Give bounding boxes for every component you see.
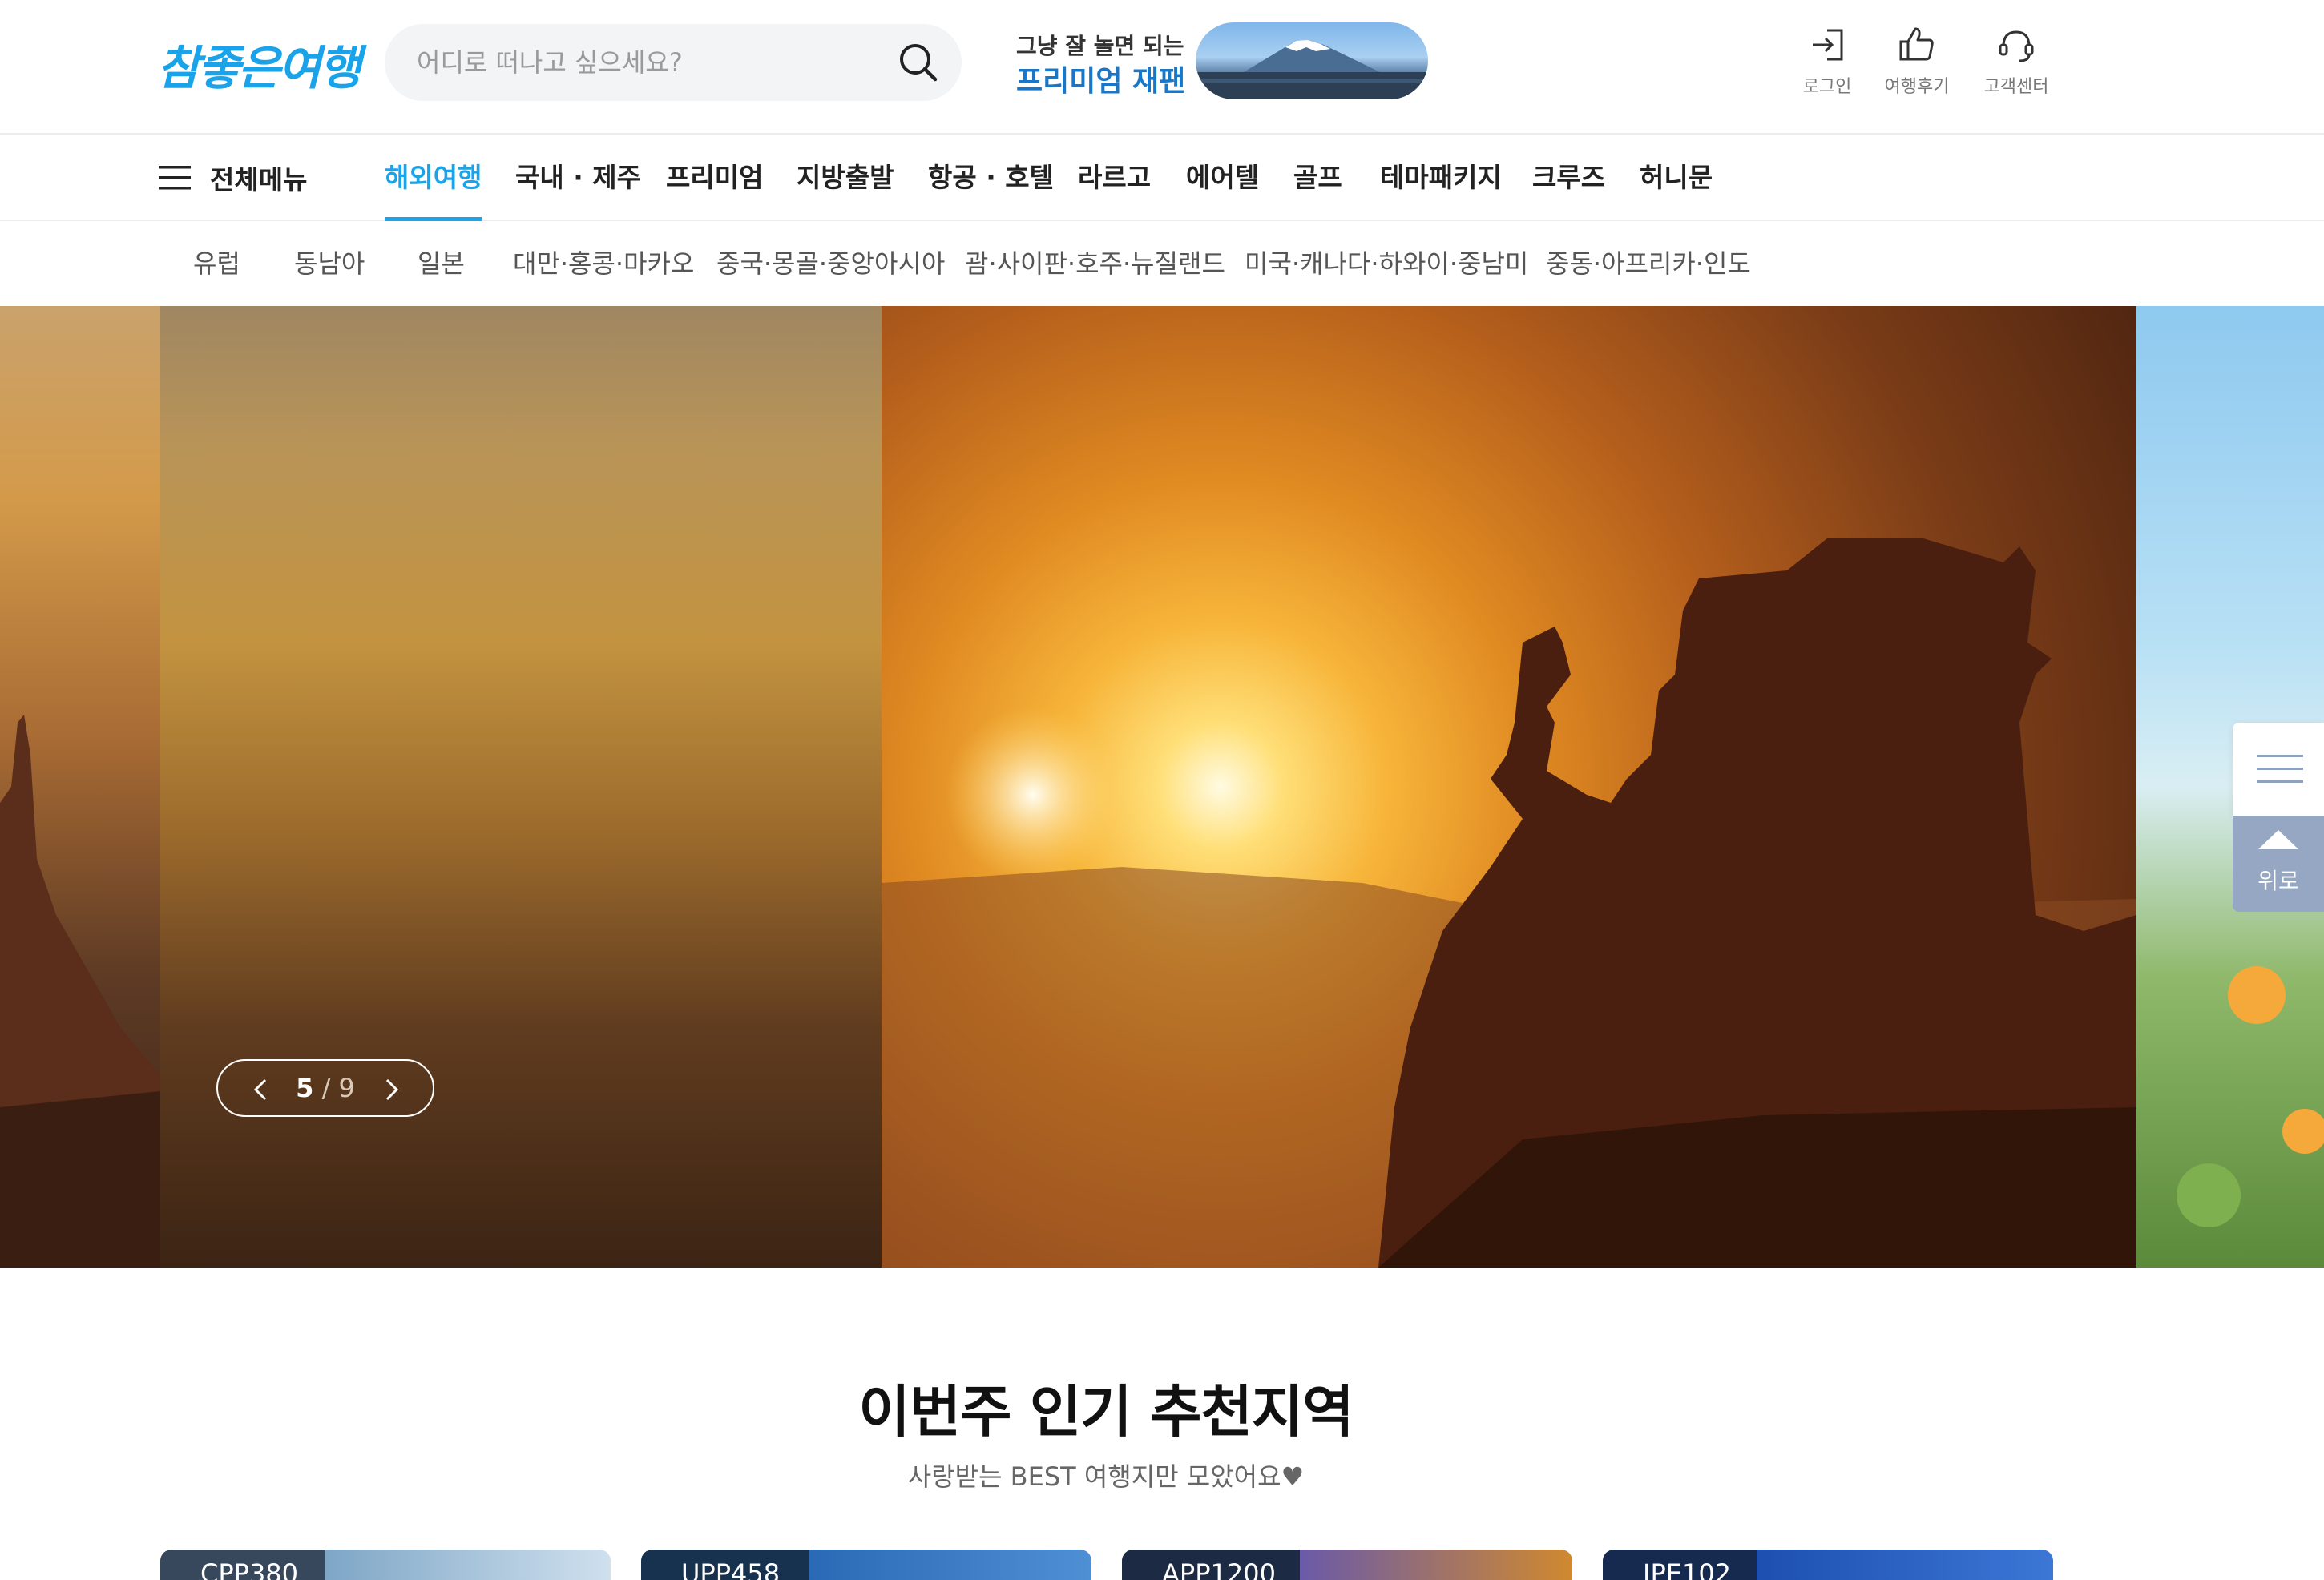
hamburger-icon (159, 166, 191, 190)
product-code: CPP380 (200, 1558, 299, 1580)
gnb-overseas[interactable]: 해외여행 (385, 135, 482, 221)
mount-fuji-image (1196, 22, 1428, 99)
subnav-guam-saipan-oceania[interactable]: 괌·사이판·호주·뉴질랜드 (965, 221, 1225, 306)
gnb-airtel[interactable]: 에어텔 (1186, 135, 1259, 221)
gnb-largo[interactable]: 라르고 (1078, 135, 1151, 221)
scroll-to-top-label: 위로 (2257, 868, 2299, 894)
region-card[interactable]: JPE102 (1603, 1550, 2053, 1580)
slide-separator: / (321, 1073, 331, 1103)
section-title: 이번주 인기 추천지역 (858, 1379, 1354, 1445)
search-icon[interactable] (896, 40, 941, 85)
total-slides: 9 (338, 1073, 355, 1103)
search-input[interactable] (417, 24, 865, 101)
customer-center-button[interactable]: 고객센터 (1976, 24, 2056, 112)
gnb-golf[interactable]: 골프 (1293, 135, 1342, 221)
section-subtitle: 사랑받는 BEST 여행지만 모았어요♥ (907, 1461, 1305, 1492)
current-slide: 5 (296, 1073, 314, 1103)
all-menu-label: 전체메뉴 (210, 164, 308, 195)
gnb-domestic-jeju[interactable]: 국내 · 제주 (515, 135, 641, 221)
promo-title: 프리미엄 재팬 (1016, 65, 1186, 98)
gnb-regional-departure[interactable]: 지방출발 (797, 135, 894, 221)
scroll-to-top-button[interactable]: 위로 (2233, 816, 2324, 912)
subnav-southeast-asia[interactable]: 동남아 (294, 221, 365, 306)
subnav-europe[interactable]: 유럽 (193, 221, 240, 306)
login-label: 로그인 (1802, 77, 1852, 97)
review-button[interactable]: 여행후기 (1877, 24, 1957, 112)
search-bar (385, 24, 962, 101)
triangle-up-icon (2258, 830, 2298, 849)
product-code: JPE102 (1643, 1558, 1732, 1580)
gnb-cruise[interactable]: 크루즈 (1532, 135, 1605, 221)
hero-carousel: 5 / 9 (0, 306, 2324, 1268)
region-card[interactable]: APP1200 (1122, 1550, 1572, 1580)
site-header: 참좋은여행 그냥 잘 놀면 되는 프리미엄 재팬 로그인 (0, 0, 2324, 135)
login-button[interactable]: 로그인 (1787, 24, 1867, 112)
gnb-theme-package[interactable]: 테마패키지 (1380, 135, 1502, 221)
product-code: APP1200 (1162, 1558, 1276, 1580)
subnav-japan[interactable]: 일본 (418, 221, 465, 306)
quick-menu-button[interactable] (2233, 723, 2324, 816)
slide-counter: 5 / 9 (216, 1059, 434, 1117)
hamburger-icon (2257, 755, 2303, 783)
all-menu-button[interactable]: 전체메뉴 (159, 135, 307, 221)
customer-center-label: 고객센터 (1983, 77, 2049, 97)
region-card[interactable]: CPP380 (160, 1550, 611, 1580)
gnb-honeymoon[interactable]: 허니문 (1640, 135, 1713, 221)
subnav-americas-hawaii[interactable]: 미국·캐나다·하와이·중남미 (1245, 221, 1528, 306)
region-card[interactable]: UPP458 (641, 1550, 1091, 1580)
gnb-premium[interactable]: 프리미엄 (666, 135, 763, 221)
login-icon (1813, 29, 1843, 61)
gnb-air-hotel[interactable]: 항공 · 호텔 (928, 135, 1054, 221)
subnav-taiwan-hongkong-macau[interactable]: 대만·홍콩·마카오 (513, 221, 694, 306)
thumbs-up-icon (1899, 27, 1934, 61)
main-navigation: 전체메뉴 해외여행 국내 · 제주 프리미엄 지방출발 항공 · 호텔 라르고 … (0, 135, 2324, 221)
subnav-china-mongolia[interactable]: 중국·몽골·중앙아시아 (716, 221, 945, 306)
chevron-right-icon[interactable] (377, 1075, 405, 1104)
previous-slide-preview[interactable] (0, 306, 160, 1268)
product-code: UPP458 (681, 1558, 781, 1580)
headset-icon (1999, 30, 2034, 62)
subnav-middle-east-africa-india[interactable]: 중동·아프리카·인도 (1546, 221, 1751, 306)
monument-valley-sunset-image[interactable] (882, 306, 2136, 1268)
premium-japan-banner[interactable]: 그냥 잘 놀면 되는 프리미엄 재팬 (1016, 22, 1433, 103)
region-subnavigation: 유럽 동남아 일본 대만·홍콩·마카오 중국·몽골·중앙아시아 괌·사이판·호주… (0, 221, 2324, 306)
review-label: 여행후기 (1884, 77, 1950, 97)
hero-text-panel (160, 306, 883, 1268)
promo-subtitle: 그냥 잘 놀면 되는 (1016, 33, 1184, 59)
site-logo[interactable]: 참좋은여행 (157, 30, 361, 98)
